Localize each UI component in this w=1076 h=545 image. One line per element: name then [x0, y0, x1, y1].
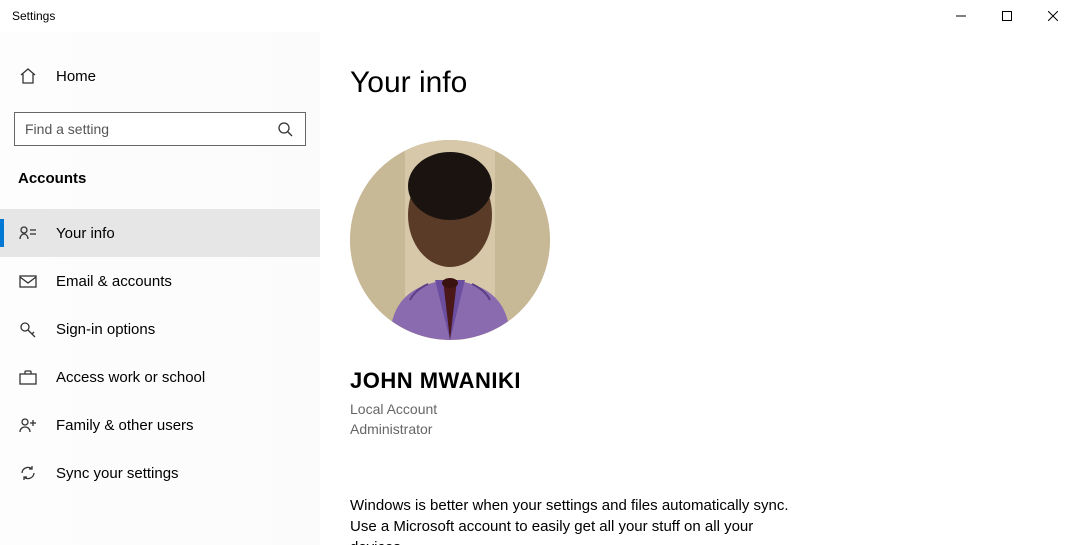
sync-icon [18, 463, 38, 483]
sidebar-item-label: Access work or school [56, 369, 205, 386]
section-header: Accounts [0, 170, 320, 209]
avatar-image [350, 140, 550, 340]
window-controls [938, 0, 1076, 32]
sidebar-item-email-accounts[interactable]: Email & accounts [0, 257, 320, 305]
avatar [350, 140, 550, 340]
sidebar-item-label: Email & accounts [56, 273, 172, 290]
sidebar-item-label: Sync your settings [56, 465, 179, 482]
minimize-button[interactable] [938, 0, 984, 32]
person-card-icon [18, 223, 38, 243]
search-wrap [0, 112, 320, 170]
sidebar-item-label: Family & other users [56, 417, 194, 434]
maximize-icon [1002, 11, 1012, 21]
titlebar: Settings [0, 0, 1076, 32]
user-name: JOHN MWANIKI [350, 368, 1046, 394]
sidebar-item-family-users[interactable]: Family & other users [0, 401, 320, 449]
key-icon [18, 319, 38, 339]
search-input[interactable] [25, 121, 275, 137]
sidebar-item-sync-settings[interactable]: Sync your settings [0, 449, 320, 497]
maximize-button[interactable] [984, 0, 1030, 32]
sync-description: Windows is better when your settings and… [350, 495, 810, 545]
nav-list: Your info Email & accounts Sign-in optio… [0, 209, 320, 497]
people-plus-icon [18, 415, 38, 435]
sidebar-item-signin-options[interactable]: Sign-in options [0, 305, 320, 353]
user-role: Administrator [350, 420, 1046, 440]
close-button[interactable] [1030, 0, 1076, 32]
mail-icon [18, 271, 38, 291]
window-title: Settings [12, 9, 938, 23]
page-title: Your info [350, 66, 1046, 100]
account-type: Local Account [350, 400, 1046, 420]
minimize-icon [956, 11, 966, 21]
sidebar-item-work-school[interactable]: Access work or school [0, 353, 320, 401]
main-content: Your info JOH [320, 32, 1076, 545]
home-nav[interactable]: Home [0, 56, 320, 96]
sidebar-item-label: Sign-in options [56, 321, 155, 338]
sidebar: Home Accounts Your info Em [0, 32, 320, 545]
search-box[interactable] [14, 112, 306, 146]
home-icon [18, 66, 38, 86]
search-icon [275, 119, 295, 139]
briefcase-icon [18, 367, 38, 387]
sidebar-item-label: Your info [56, 225, 115, 242]
sidebar-item-your-info[interactable]: Your info [0, 209, 320, 257]
close-icon [1048, 11, 1058, 21]
home-label: Home [56, 68, 96, 85]
